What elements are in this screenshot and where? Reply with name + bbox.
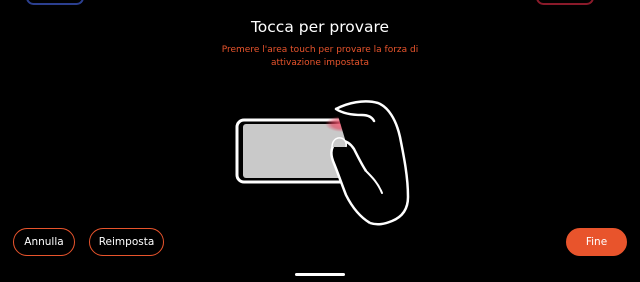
cancel-button[interactable]: Annulla (13, 228, 75, 256)
phone-touch-hand-icon (235, 100, 410, 226)
touch-test-illustration[interactable] (232, 97, 412, 229)
top-right-edge-button[interactable] (536, 0, 594, 5)
done-button[interactable]: Fine (566, 228, 627, 256)
instruction-text: Premere l'area touch per provare la forz… (221, 45, 419, 68)
page-title: Tocca per provare (250, 18, 390, 36)
top-left-edge-button[interactable] (26, 0, 84, 5)
reset-button[interactable]: Reimposta (89, 228, 164, 256)
home-indicator[interactable] (295, 273, 345, 276)
